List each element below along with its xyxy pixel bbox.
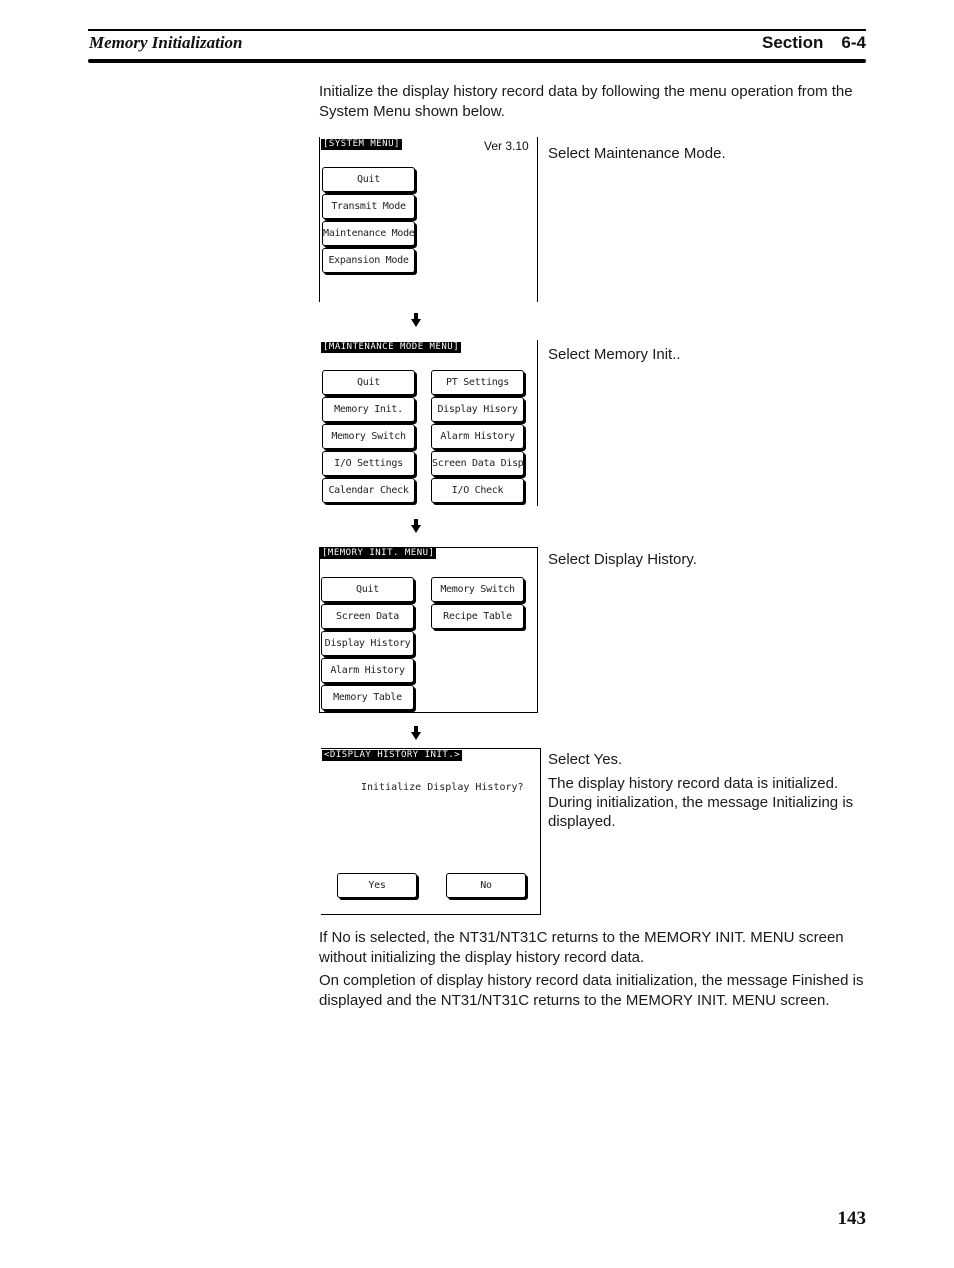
system-menu-screen: [SYSTEM MENU] Ver 3.10 Quit Transmit Mod… bbox=[319, 137, 538, 302]
display-history-button[interactable]: Display Hisory bbox=[431, 397, 524, 422]
alarm-history-button[interactable]: Alarm History bbox=[321, 658, 414, 683]
section-number: 6-4 bbox=[841, 33, 866, 52]
maintenance-mode-menu-screen: [MAINTENANCE MODE MENU] Quit Memory Init… bbox=[319, 340, 538, 506]
transmit-mode-button[interactable]: Transmit Mode bbox=[322, 194, 415, 219]
screen-title: [SYSTEM MENU] bbox=[321, 139, 402, 150]
io-settings-button[interactable]: I/O Settings bbox=[322, 451, 415, 476]
display-history-button[interactable]: Display History bbox=[321, 631, 414, 656]
quit-button[interactable]: Quit bbox=[322, 167, 415, 192]
step-4-detail: The display history record data is initi… bbox=[548, 775, 854, 830]
memory-table-button[interactable]: Memory Table bbox=[321, 685, 414, 710]
version-label: Ver 3.10 bbox=[484, 139, 529, 153]
quit-button[interactable]: Quit bbox=[322, 370, 415, 395]
recipe-table-button[interactable]: Recipe Table bbox=[431, 604, 524, 629]
display-history-init-screen: <DISPLAY HISTORY INIT.> Initialize Displ… bbox=[321, 748, 541, 915]
screen-title: [MAINTENANCE MODE MENU] bbox=[321, 342, 462, 353]
no-button[interactable]: No bbox=[446, 873, 526, 898]
memory-init-button[interactable]: Memory Init. bbox=[322, 397, 415, 422]
screen-data-disp-button[interactable]: Screen Data Disp. bbox=[431, 451, 524, 476]
screen-title: [MEMORY INIT. MENU] bbox=[320, 548, 437, 559]
quit-button[interactable]: Quit bbox=[321, 577, 414, 602]
down-arrow-icon bbox=[411, 519, 421, 533]
screen-title: <DISPLAY HISTORY INIT.> bbox=[322, 750, 463, 761]
alarm-history-button[interactable]: Alarm History bbox=[431, 424, 524, 449]
intro-paragraph: Initialize the display history record da… bbox=[319, 83, 853, 120]
step-1-caption: Select Maintenance Mode. bbox=[548, 145, 726, 162]
outro-paragraph-2: On completion of display history record … bbox=[319, 972, 864, 1009]
page-number: 143 bbox=[837, 1208, 867, 1229]
step-3-caption: Select Display History. bbox=[548, 551, 697, 568]
io-check-button[interactable]: I/O Check bbox=[431, 478, 524, 503]
calendar-check-button[interactable]: Calendar Check bbox=[322, 478, 415, 503]
step-2-caption: Select Memory Init.. bbox=[548, 346, 681, 363]
screen-right-border bbox=[537, 340, 538, 506]
section-word: Section bbox=[762, 33, 824, 52]
memory-init-menu-screen: [MEMORY INIT. MENU] Quit Screen Data Dis… bbox=[319, 547, 538, 713]
header-rule-top bbox=[88, 29, 866, 31]
pt-settings-button[interactable]: PT Settings bbox=[431, 370, 524, 395]
screen-right-border bbox=[537, 137, 538, 302]
screen-left-border bbox=[319, 137, 320, 302]
memory-switch-button[interactable]: Memory Switch bbox=[322, 424, 415, 449]
confirm-prompt: Initialize Display History? bbox=[361, 782, 524, 793]
screen-data-button[interactable]: Screen Data bbox=[321, 604, 414, 629]
down-arrow-icon bbox=[411, 313, 421, 327]
outro-paragraph-1: If No is selected, the NT31/NT31C return… bbox=[319, 929, 844, 966]
down-arrow-icon bbox=[411, 726, 421, 740]
header-rule-bottom bbox=[88, 59, 866, 63]
step-4-caption: Select Yes. bbox=[548, 751, 623, 768]
running-title: Memory Initialization bbox=[89, 33, 243, 52]
yes-button[interactable]: Yes bbox=[337, 873, 417, 898]
expansion-mode-button[interactable]: Expansion Mode bbox=[322, 248, 415, 273]
section-label: Section 6-4 bbox=[762, 33, 866, 53]
maintenance-mode-button[interactable]: Maintenance Mode bbox=[322, 221, 415, 246]
memory-switch-button[interactable]: Memory Switch bbox=[431, 577, 524, 602]
